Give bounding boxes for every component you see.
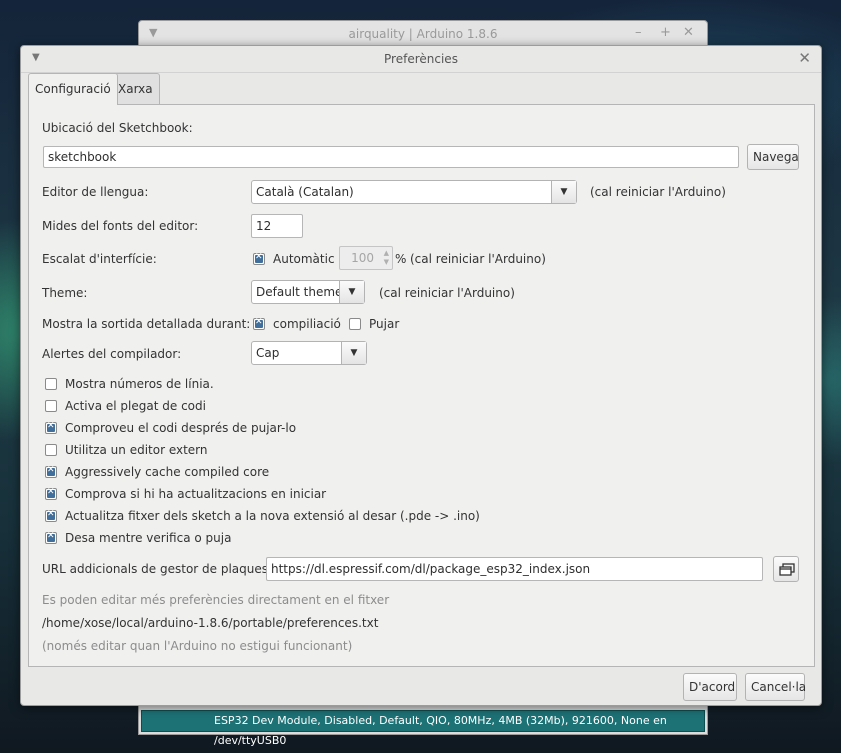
warnings-select[interactable]: Cap ▼	[251, 341, 367, 365]
ok-button[interactable]: D'acord	[683, 673, 737, 701]
arduino-title-bar: ▼ airquality | Arduino 1.8.6 – + ✕	[139, 21, 707, 48]
font-size-input[interactable]: 12	[251, 214, 303, 238]
scaling-label: Escalat d'interfície:	[42, 252, 157, 266]
option-checkbox-line-numbers[interactable]	[45, 378, 57, 390]
language-label: Editor de llengua:	[42, 185, 149, 199]
option-label-external-editor: Utilitza un editor extern	[65, 443, 208, 457]
language-value: Català (Catalan)	[256, 185, 354, 199]
language-restart-note: (cal reiniciar l'Arduino)	[590, 185, 726, 199]
option-label-update-extension: Actualitza fitxer dels sketch a la nova …	[65, 509, 480, 523]
scaling-restart-note: (cal reiniciar l'Arduino)	[410, 252, 546, 266]
tab-configuracio[interactable]: Configuració	[28, 73, 118, 105]
window-list-icon	[779, 563, 795, 576]
option-label-code-folding: Activa el plegat de codi	[65, 399, 206, 413]
scaling-value: 100	[351, 251, 374, 265]
option-label-save-on-verify: Desa mentre verifica o puja	[65, 531, 232, 545]
cancel-button[interactable]: Cancel·la	[745, 673, 806, 701]
scaling-auto-label: Automàtic	[273, 252, 335, 266]
sketchbook-input[interactable]: sketchbook	[43, 146, 739, 168]
verbose-compile-label: compiliació	[273, 317, 341, 331]
option-checkbox-external-editor[interactable]	[45, 444, 57, 456]
scaling-unit: %	[395, 252, 407, 266]
verbose-compile-checkbox[interactable]	[253, 317, 265, 330]
chevron-down-icon[interactable]: ▼	[341, 342, 366, 364]
option-checkbox-verify-upload[interactable]	[45, 421, 57, 434]
prefs-file-hint: Es poden editar més preferències directa…	[42, 593, 390, 607]
sketchbook-label: Ubicació del Sketchbook:	[42, 121, 193, 135]
option-checkbox-save-on-verify[interactable]	[45, 531, 57, 544]
option-checkbox-check-updates[interactable]	[45, 487, 57, 500]
verbose-upload-checkbox[interactable]	[349, 318, 361, 330]
minimize-icon[interactable]: –	[635, 25, 642, 40]
maximize-icon[interactable]: +	[660, 25, 671, 40]
board-status-bar: ESP32 Dev Module, Disabled, Default, QIO…	[141, 710, 705, 747]
option-checkbox-cache-core[interactable]	[45, 465, 57, 478]
tab-xarxa[interactable]: Xarxa	[111, 73, 160, 104]
settings-panel: Ubicació del Sketchbook: sketchbook Nave…	[28, 104, 815, 667]
option-label-check-updates: Comprova si hi ha actualitzacions en ini…	[65, 487, 327, 501]
option-label-verify-upload: Comproveu el codi després de pujar-lo	[65, 421, 297, 435]
language-select[interactable]: Català (Catalan) ▼	[251, 180, 577, 204]
prefs-file-path: /home/xose/local/arduino-1.8.6/portable/…	[42, 616, 379, 630]
prefs-edit-note: (només editar quan l'Arduino no estigui …	[42, 639, 353, 653]
browse-button[interactable]: Navega	[747, 144, 799, 170]
spinner-arrows-icon[interactable]: ▲ ▼	[384, 249, 389, 267]
chevron-down-icon[interactable]: ▼	[339, 281, 364, 303]
dialog-title-bar: ▼ Preferències ✕	[21, 46, 821, 73]
dialog-title: Preferències	[384, 52, 458, 66]
option-label-cache-core: Aggressively cache compiled core	[65, 465, 270, 479]
option-checkbox-update-extension[interactable]	[45, 509, 57, 522]
boards-url-label: URL addicionals de gestor de plaques:	[42, 562, 273, 576]
arduino-window-title: airquality | Arduino 1.8.6	[348, 27, 498, 41]
close-icon[interactable]: ✕	[683, 25, 694, 40]
warnings-label: Alertes del compilador:	[42, 347, 182, 361]
chevron-down-icon[interactable]: ▼	[551, 181, 576, 203]
font-size-label: Mides del fonts del editor:	[42, 219, 199, 233]
option-label-line-numbers: Mostra números de línia.	[65, 377, 214, 391]
option-checkbox-code-folding[interactable]	[45, 400, 57, 412]
boards-url-input[interactable]: https://dl.espressif.com/dl/package_esp3…	[266, 557, 763, 581]
theme-restart-note: (cal reiniciar l'Arduino)	[379, 286, 515, 300]
theme-value: Default theme	[256, 285, 343, 299]
warnings-value: Cap	[256, 346, 280, 360]
edit-urls-button[interactable]	[773, 556, 799, 582]
preferences-dialog: ▼ Preferències ✕ Configuració Xarxa Ubic…	[20, 45, 822, 706]
close-icon[interactable]: ✕	[798, 49, 811, 67]
theme-label: Theme:	[42, 286, 88, 300]
verbose-upload-label: Pujar	[369, 317, 400, 331]
verbose-label: Mostra la sortida detallada durant:	[42, 317, 251, 331]
theme-select[interactable]: Default theme ▼	[251, 280, 365, 304]
scaling-auto-checkbox[interactable]	[253, 252, 265, 265]
scaling-spinner[interactable]: 100 ▲ ▼	[339, 246, 393, 270]
